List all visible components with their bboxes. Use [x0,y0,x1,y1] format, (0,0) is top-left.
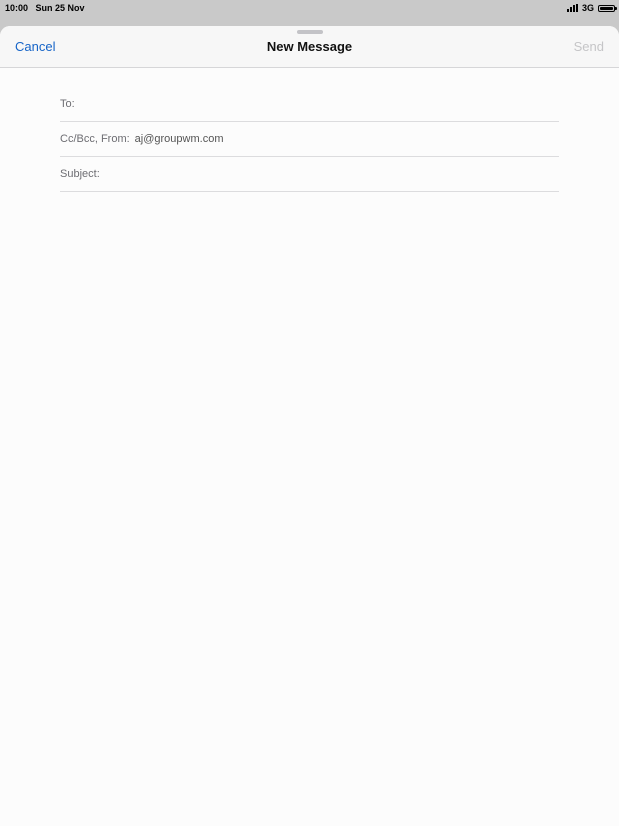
ccbcc-from-row[interactable]: Cc/Bcc, From: aj@groupwm.com [60,122,559,157]
status-date: Sun 25 Nov [35,3,85,13]
status-bar: 10:00 Sun 25 Nov 3G [0,0,619,16]
status-time: 10:00 [5,3,29,13]
subject-field[interactable] [105,157,559,191]
to-row[interactable]: To: [60,87,559,122]
battery-fill [600,6,613,10]
compose-sheet: Cancel New Message Send To: Cc/Bcc, From… [0,26,619,826]
subject-row[interactable]: Subject: [60,157,559,192]
sheet-grabber-handle[interactable] [297,30,323,34]
nav-bar: Cancel New Message Send [0,26,619,68]
page-title: New Message [266,39,353,54]
battery-icon [598,4,617,12]
status-left: 10:00 Sun 25 Nov [5,0,85,16]
status-right: 3G [566,0,617,16]
compose-form: To: Cc/Bcc, From: aj@groupwm.com Subject… [60,87,559,192]
from-address[interactable]: aj@groupwm.com [135,133,224,145]
signal-icon [566,4,579,12]
network-type: 3G [581,3,594,13]
to-field[interactable] [80,87,559,121]
send-button[interactable]: Send [574,39,604,54]
ccbcc-from-label: Cc/Bcc, From: [60,133,130,145]
to-label: To: [60,98,75,110]
subject-label: Subject: [60,168,100,180]
